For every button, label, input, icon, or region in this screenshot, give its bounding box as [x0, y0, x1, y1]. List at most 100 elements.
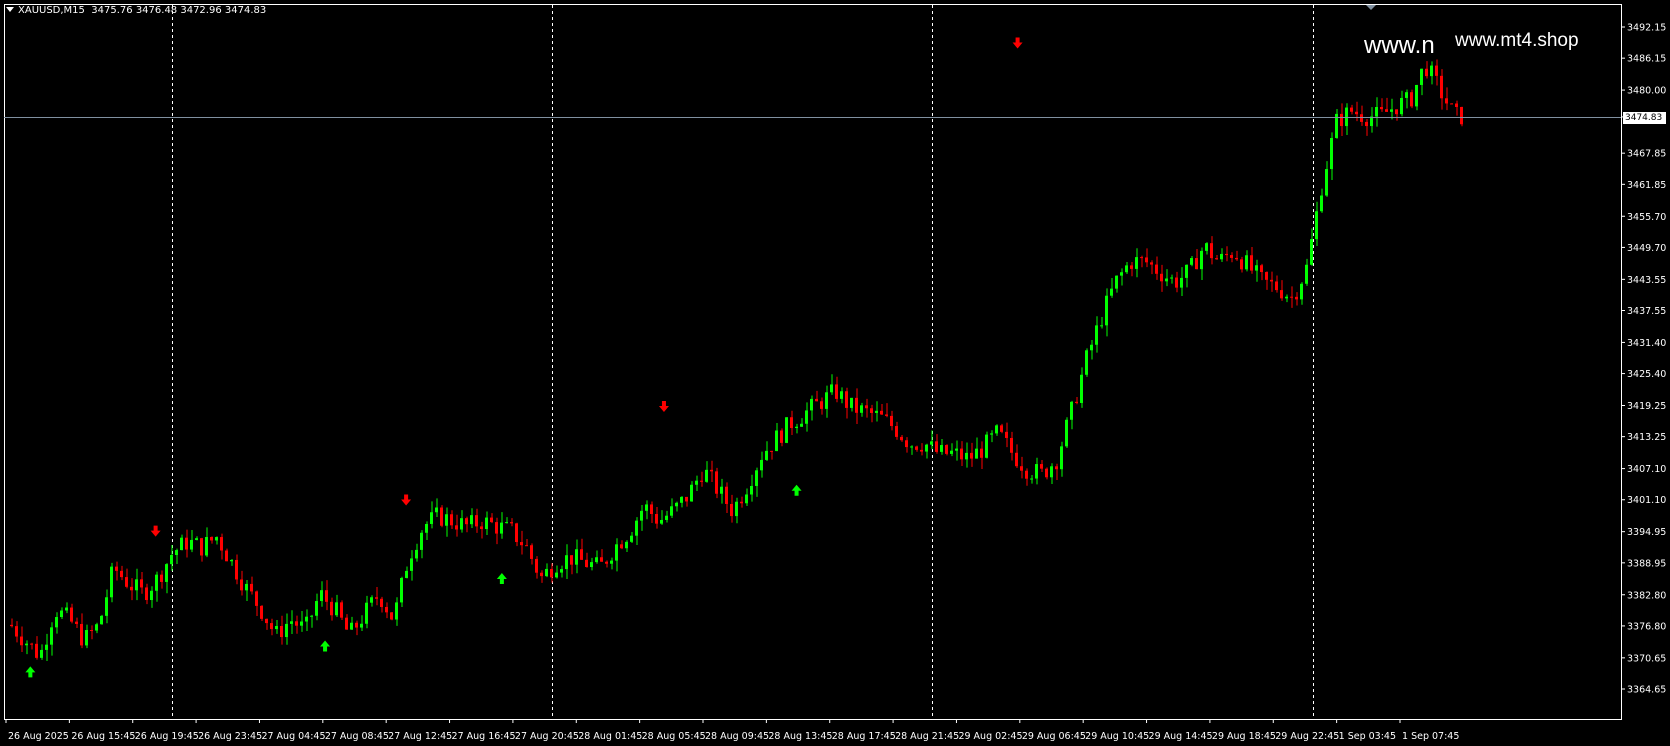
bear-candle — [1000, 425, 1003, 432]
bull-candle — [1255, 265, 1258, 271]
chart-window[interactable]: 3492.15 3486.15 3480.00 3467.85 3461.85 3455.… — [0, 0, 1670, 746]
bear-candle — [1140, 257, 1143, 259]
bear-candle — [125, 577, 128, 587]
bear-candle — [685, 496, 688, 502]
bear-candle — [730, 503, 733, 517]
bear-candle — [600, 557, 603, 562]
bear-candle — [130, 586, 133, 591]
bull-candle — [1095, 325, 1098, 345]
bull-candle — [765, 450, 768, 460]
bull-candle — [615, 544, 618, 561]
bear-candle — [355, 622, 358, 628]
time-axis-label: 28 Aug 01:45 — [578, 731, 642, 742]
bear-candle — [535, 558, 538, 573]
bear-candle — [1250, 255, 1253, 271]
bear-candle — [1340, 113, 1343, 127]
bull-candle — [1390, 109, 1393, 112]
bull-candle — [645, 504, 648, 511]
price-axis-label: 3467.85 — [1627, 149, 1666, 160]
bear-candle — [700, 480, 703, 482]
bull-candle — [595, 557, 598, 563]
bull-candle — [830, 384, 833, 393]
time-axis-label: 28 Aug 17:45 — [832, 731, 896, 742]
bear-candle — [1435, 65, 1438, 76]
bull-candle — [735, 501, 738, 517]
bull-candle — [290, 621, 293, 624]
bull-candle — [610, 560, 613, 564]
bull-candle — [805, 410, 808, 424]
bull-candle — [1110, 288, 1113, 296]
bull-candle — [555, 572, 558, 578]
bull-candle — [415, 549, 418, 559]
bear-candle — [35, 643, 38, 658]
bear-candle — [1235, 257, 1238, 260]
price-chart[interactable]: 3492.15 3486.15 3480.00 3467.85 3461.85 3455.… — [0, 0, 1670, 746]
bull-candle — [985, 434, 988, 458]
bear-candle — [1130, 265, 1133, 269]
bear-candle — [1145, 257, 1148, 263]
bear-candle — [160, 574, 163, 582]
bull-candle — [1030, 478, 1033, 480]
bear-candle — [1410, 92, 1413, 107]
bull-candle — [85, 630, 88, 646]
bear-candle — [495, 522, 498, 534]
bear-candle — [1075, 401, 1078, 403]
bear-candle — [390, 612, 393, 620]
time-axis-label: 27 Aug 08:45 — [325, 731, 389, 742]
current-price-label: 3474.83 — [1623, 111, 1666, 124]
bear-candle — [920, 449, 923, 452]
bear-candle — [1260, 265, 1263, 273]
bull-candle — [940, 445, 943, 452]
bear-candle — [970, 452, 973, 459]
bear-candle — [270, 623, 273, 630]
bear-candle — [890, 415, 893, 427]
bull-candle — [1415, 84, 1418, 107]
bull-candle — [825, 392, 828, 409]
time-axis-label: 28 Aug 21:45 — [895, 731, 959, 742]
bull-candle — [1200, 250, 1203, 270]
bear-candle — [885, 414, 888, 416]
bull-candle — [40, 649, 43, 658]
bear-candle — [580, 549, 583, 560]
bear-candle — [1155, 264, 1158, 274]
symbol-timeframe: XAUUSD,M15 — [18, 5, 85, 16]
bull-candle — [1330, 137, 1333, 170]
bear-candle — [115, 566, 118, 571]
bull-candle — [1050, 466, 1053, 478]
bull-candle — [430, 512, 433, 524]
bear-candle — [530, 545, 533, 559]
time-axis-label: 27 Aug 20:45 — [515, 731, 579, 742]
bull-candle — [1345, 107, 1348, 127]
bear-candle — [1385, 109, 1388, 112]
time-axis-label: 27 Aug 16:45 — [452, 731, 516, 742]
chart-shift-marker-icon[interactable] — [1366, 5, 1376, 10]
bear-candle — [1005, 431, 1008, 438]
bear-candle — [900, 436, 903, 441]
bull-candle — [205, 536, 208, 556]
price-axis-label: 3370.65 — [1627, 653, 1666, 664]
bear-candle — [1210, 243, 1213, 259]
buy-arrow-icon — [496, 572, 507, 584]
bull-candle — [1170, 277, 1173, 279]
bull-candle — [470, 515, 473, 525]
bull-candle — [1185, 264, 1188, 278]
bear-candle — [945, 445, 948, 454]
bull-candle — [850, 397, 853, 408]
bull-candle — [195, 538, 198, 540]
bull-candle — [1315, 211, 1318, 240]
bear-candle — [835, 384, 838, 399]
bull-candle — [1310, 239, 1313, 265]
bear-candle — [1230, 255, 1233, 258]
time-axis-label: 26 Aug 2025 — [8, 731, 69, 742]
bear-candle — [345, 617, 348, 630]
bear-candle — [455, 525, 458, 530]
time-axis-label: 29 Aug 22:45 — [1275, 731, 1339, 742]
bear-candle — [475, 515, 478, 527]
bull-candle — [1070, 401, 1073, 420]
chart-menu-triangle-icon[interactable] — [6, 7, 14, 12]
bear-candle — [960, 448, 963, 460]
bull-candle — [155, 574, 158, 591]
bear-candle — [260, 605, 263, 619]
bull-candle — [370, 597, 373, 603]
time-axis-label: 28 Aug 13:45 — [768, 731, 832, 742]
